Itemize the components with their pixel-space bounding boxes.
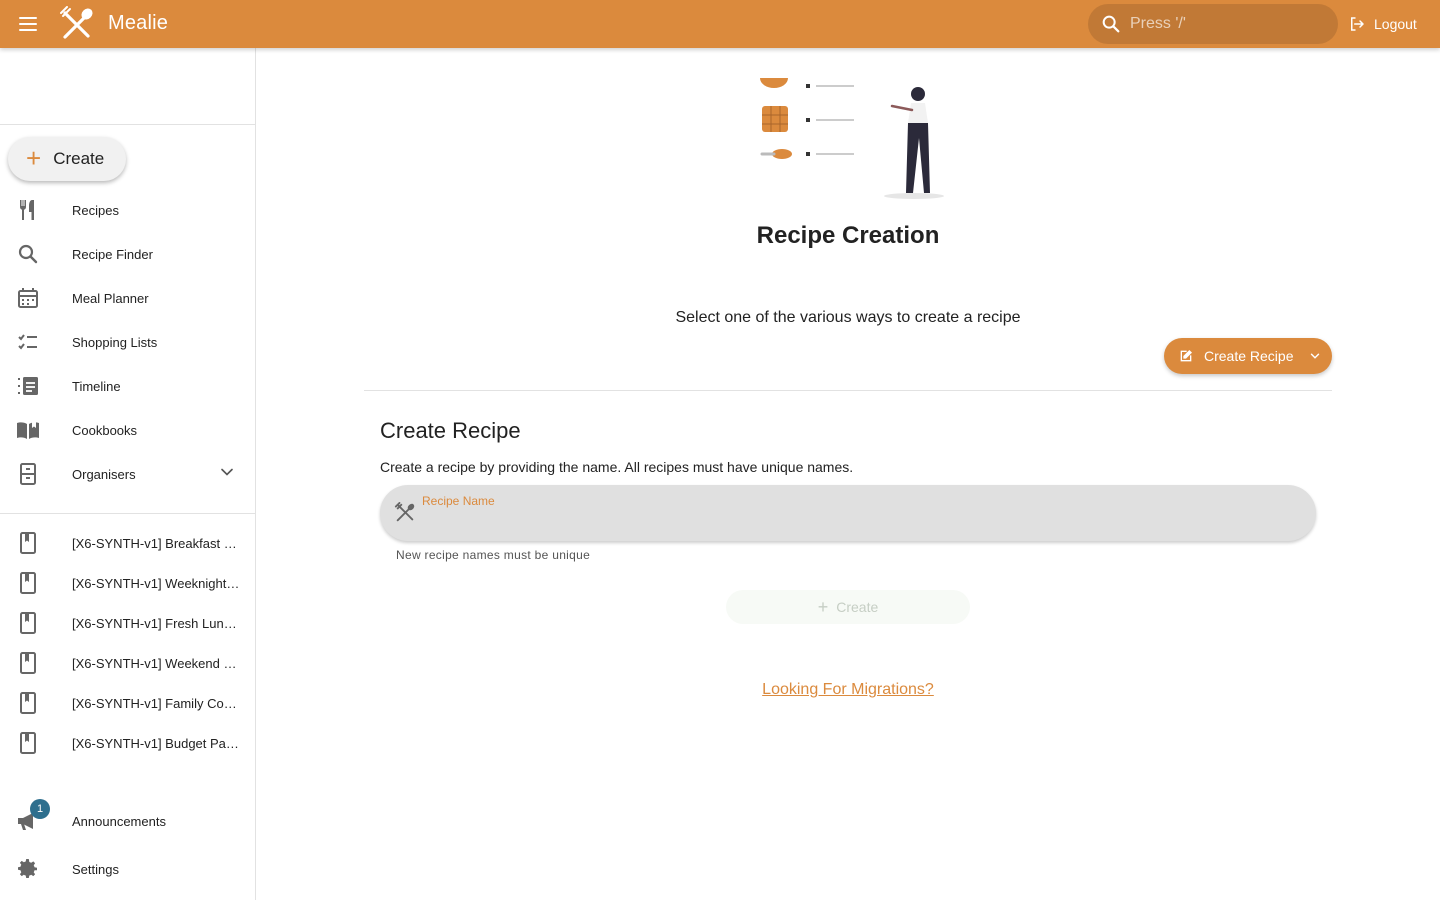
menu-icon[interactable] — [16, 12, 40, 36]
create-button-label: Create — [53, 149, 105, 168]
app-title[interactable]: Mealie — [108, 12, 168, 35]
timeline-icon — [18, 377, 38, 395]
logout-button[interactable]: Logout — [1348, 12, 1417, 36]
navigation-drawer: + Create Recipes Recipe Finder Meal Plan… — [0, 48, 256, 900]
sidebar-item-label: Organisers — [72, 466, 136, 482]
sidebar-item-label: Settings — [72, 861, 119, 877]
recipe-name-input[interactable] — [422, 511, 1282, 533]
recipe-illustration — [760, 78, 944, 199]
main-content: Recipe Creation Select one of the variou… — [256, 48, 1440, 900]
page-title: Recipe Creation — [756, 222, 940, 249]
page-subtitle: Select one of the various ways to create… — [675, 309, 1021, 326]
sidebar-item-shopping-lists[interactable]: Shopping Lists — [0, 320, 255, 364]
bookmark-book-icon — [20, 532, 36, 554]
file-cabinet-icon — [20, 463, 36, 485]
chevron-down-icon — [1310, 353, 1319, 359]
utensils-icon — [20, 200, 34, 220]
sidebar-item-announcements[interactable]: 1 Announcements — [0, 799, 255, 843]
bookmark-book-icon — [20, 652, 36, 674]
section-title: Create Recipe — [380, 418, 521, 443]
plus-icon: + — [817, 597, 829, 617]
sidebar-cookbook-item[interactable]: [X6-SYNTH-v1] Weekend Brunch — [0, 641, 255, 685]
bookmark-book-icon — [20, 572, 36, 594]
sidebar-item-label: Announcements — [72, 813, 166, 829]
migrations-link[interactable]: Looking For Migrations? — [762, 681, 934, 698]
section-description: Create a recipe by providing the name. A… — [380, 459, 854, 475]
search-bar[interactable] — [1088, 4, 1338, 44]
sidebar-cookbook-item[interactable]: [X6-SYNTH-v1] Breakfast Favorites — [0, 521, 255, 565]
create-recipe-menu-button[interactable]: Create Recipe — [1164, 338, 1332, 374]
sidebar-item-label: Meal Planner — [72, 290, 149, 306]
sidebar-cookbook-item[interactable]: [X6-SYNTH-v1] Family Comfort Food — [0, 681, 255, 725]
sidebar-item-recipe-finder[interactable]: Recipe Finder — [0, 232, 255, 276]
sidebar-item-organisers[interactable]: Organisers — [0, 452, 255, 496]
cookbook-label: [X6-SYNTH-v1] Family Comfort Food — [72, 695, 242, 711]
bookmark-book-icon — [20, 612, 36, 634]
cookbook-label: [X6-SYNTH-v1] Fresh Lunches — [72, 615, 242, 631]
sidebar-item-settings[interactable]: Settings — [0, 847, 255, 891]
mealie-logo-icon[interactable] — [58, 6, 94, 42]
search-icon — [18, 244, 38, 264]
sidebar-divider — [0, 124, 255, 125]
logout-icon — [1351, 17, 1364, 31]
edit-icon — [1180, 350, 1192, 362]
sidebar-item-label: Recipes — [72, 202, 119, 218]
cookbook-label: [X6-SYNTH-v1] Budget Pantry Meals — [72, 735, 242, 751]
search-input[interactable] — [1130, 15, 1320, 33]
sidebar-item-label: Timeline — [72, 378, 121, 394]
sidebar-item-meal-planner[interactable]: Meal Planner — [0, 276, 255, 320]
book-open-icon — [17, 422, 39, 439]
sidebar-item-label: Recipe Finder — [72, 246, 153, 262]
cookbook-label: [X6-SYNTH-v1] Weekend Brunch — [72, 655, 242, 671]
calendar-icon — [18, 288, 38, 308]
chevron-down-icon[interactable] — [217, 462, 237, 482]
sidebar-item-recipes[interactable]: Recipes — [0, 188, 255, 232]
sidebar-item-cookbooks[interactable]: Cookbooks — [0, 408, 255, 452]
gear-icon — [18, 859, 37, 878]
create-button[interactable]: + Create — [8, 137, 126, 181]
sidebar-divider — [0, 513, 255, 514]
migrations-row: Looking For Migrations? — [256, 681, 1440, 699]
notification-badge: 1 — [30, 799, 50, 819]
sidebar-cookbook-item[interactable]: [X6-SYNTH-v1] Fresh Lunches — [0, 601, 255, 645]
create-submit-label: Create — [836, 599, 879, 615]
checklist-icon — [18, 334, 37, 350]
search-icon — [1102, 15, 1120, 33]
sidebar-item-label: Shopping Lists — [72, 334, 158, 350]
bookmark-book-icon — [20, 732, 36, 754]
sidebar-item-timeline[interactable]: Timeline — [0, 364, 255, 408]
logout-label: Logout — [1374, 16, 1417, 32]
recipe-name-label: Recipe Name — [422, 494, 495, 508]
recipe-name-field[interactable]: Recipe Name — [380, 485, 1316, 541]
bookmark-book-icon — [20, 692, 36, 714]
field-hint: New recipe names must be unique — [396, 548, 591, 562]
cookbook-label: [X6-SYNTH-v1] Weeknight Dinners — [72, 575, 242, 591]
section-divider — [364, 390, 1332, 391]
create-submit-button[interactable]: + Create — [726, 590, 970, 624]
create-recipe-label: Create Recipe — [1204, 348, 1294, 364]
plus-icon: + — [26, 143, 42, 173]
sidebar-item-label: Cookbooks — [72, 422, 138, 438]
sidebar-cookbook-item[interactable]: [X6-SYNTH-v1] Weeknight Dinners — [0, 561, 255, 605]
fork-knife-icon — [394, 502, 415, 522]
sidebar-cookbook-item[interactable]: [X6-SYNTH-v1] Budget Pantry Meals — [0, 721, 255, 765]
app-bar: Mealie Logout — [0, 0, 1440, 48]
cookbook-label: [X6-SYNTH-v1] Breakfast Favorites — [72, 535, 242, 551]
